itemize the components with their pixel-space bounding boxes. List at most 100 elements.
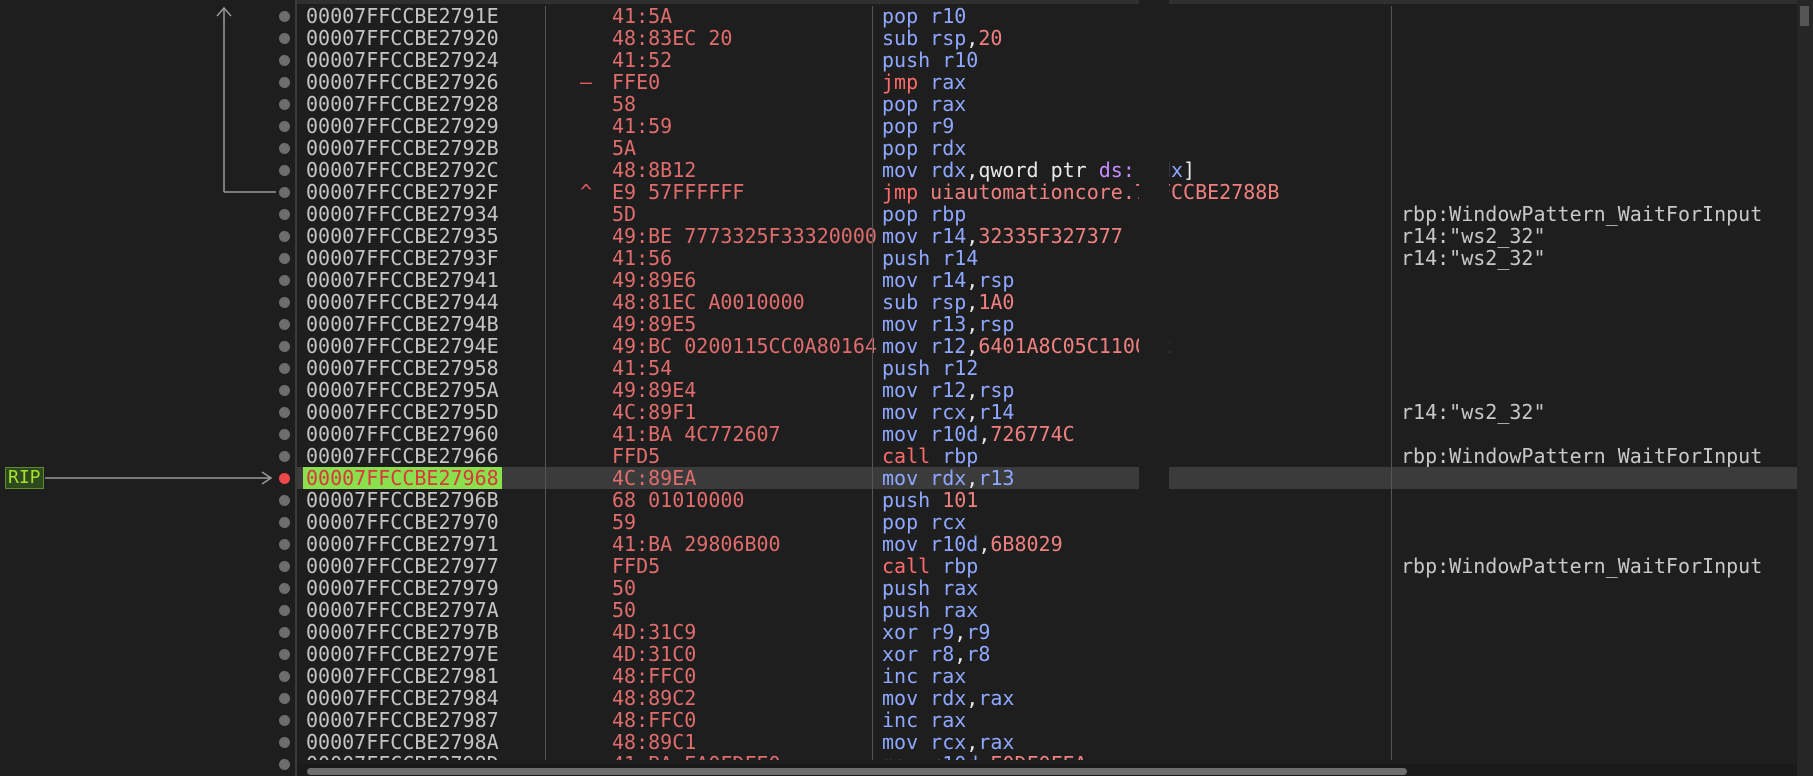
breakpoint-toggle[interactable] (279, 561, 290, 572)
column-separator-address (545, 6, 546, 760)
instruction-text: mov r10d,726774C (882, 423, 1075, 445)
instruction-operand: rax (930, 708, 967, 732)
instruction-row[interactable]: 00007FFCCBE27971 41:BA 29806B00 mov r10d,6… (297, 533, 1797, 555)
instruction-mnemonic: sub (882, 290, 919, 314)
instruction-mnemonic: call (882, 554, 931, 578)
instruction-row[interactable]: 00007FFCCBE27960 41:BA 4C772607 mov r10d,7… (297, 423, 1797, 445)
breakpoint-toggle[interactable] (279, 99, 290, 110)
instruction-row[interactable]: 00007FFCCBE2794E 49:BC 0200115CC0A80164 mo… (297, 335, 1797, 357)
instruction-operand: r13 (930, 312, 967, 336)
instruction-row[interactable]: 00007FFCCBE2793F 41:56 push r14 r14:"ws2_32… (297, 247, 1797, 269)
instruction-row[interactable]: 00007FFCCBE2794B 49:89E5 mov r13,rsp (297, 313, 1797, 335)
instruction-operand: 20 (978, 26, 1003, 50)
breakpoint-toggle[interactable] (279, 297, 290, 308)
instruction-row[interactable]: 00007FFCCBE27981 48:FFC0 inc rax (297, 665, 1797, 687)
breakpoint-toggle[interactable] (279, 649, 290, 660)
instruction-row[interactable]: 00007FFCCBE27977 FFD5 call rbp rbp:WindowPa… (297, 555, 1797, 577)
instruction-row[interactable]: 00007FFCCBE27920 48:83EC 20 sub rsp,20 (297, 27, 1797, 49)
instruction-row[interactable]: 00007FFCCBE27987 48:FFC0 inc rax (297, 709, 1797, 731)
horizontal-scrollbar[interactable] (297, 764, 1797, 776)
instruction-row[interactable]: 00007FFCCBE2792F ^ E9 57FFFFFF jmp uiautoma… (297, 181, 1797, 203)
instruction-operand: r8 (930, 642, 955, 666)
breakpoint-toggle[interactable] (279, 671, 290, 682)
instruction-bytes: 49:89E4 (612, 378, 697, 402)
instruction-row[interactable]: 00007FFCCBE27966 FFD5 call rbp rbp:WindowPa… (297, 445, 1797, 467)
instruction-comment: rbp:WindowPattern_WaitForInput (1401, 444, 1763, 468)
instruction-row[interactable]: 00007FFCCBE27928 58 pop rax (297, 93, 1797, 115)
instruction-row[interactable]: 00007FFCCBE27979 50 push rax (297, 577, 1797, 599)
breakpoint-toggle[interactable] (279, 473, 290, 484)
instruction-row[interactable]: 00007FFCCBE2792C 48:8B12 mov rdx,qword ptr… (297, 159, 1797, 181)
instruction-address: 00007FFCCBE27928 (306, 92, 499, 116)
breakpoint-toggle[interactable] (279, 737, 290, 748)
breakpoint-toggle[interactable] (279, 121, 290, 132)
instruction-row[interactable]: 00007FFCCBE27944 48:81EC A0010000 sub rsp,… (297, 291, 1797, 313)
breakpoint-toggle[interactable] (279, 451, 290, 462)
instruction-mnemonic: push (882, 356, 931, 380)
disassembly-listing[interactable]: 00007FFCCBE2791E 41:5A pop r10 00007FFCCBE2… (297, 0, 1797, 760)
breakpoint-toggle[interactable] (279, 11, 290, 22)
breakpoint-toggle[interactable] (279, 539, 290, 550)
breakpoint-toggle[interactable] (279, 275, 290, 286)
breakpoint-toggle[interactable] (279, 209, 290, 220)
instruction-row[interactable]: 00007FFCCBE27984 48:89C2 mov rdx,rax (297, 687, 1797, 709)
breakpoint-toggle[interactable] (279, 693, 290, 704)
instruction-address: 00007FFCCBE27987 (306, 708, 499, 732)
breakpoint-toggle[interactable] (279, 77, 290, 88)
instruction-row[interactable]: 00007FFCCBE2798A 48:89C1 mov rcx,rax (297, 731, 1797, 753)
instruction-text: push r10 (882, 49, 978, 71)
instruction-bytes: 59 (612, 510, 637, 534)
instruction-operand: , (966, 312, 979, 336)
instruction-row[interactable]: 00007FFCCBE2791E 41:5A pop r10 (297, 5, 1797, 27)
instruction-row[interactable]: 00007FFCCBE2797B 4D:31C9 xor r9,r9 (297, 621, 1797, 643)
breakpoint-toggle[interactable] (279, 341, 290, 352)
instruction-row[interactable]: 00007FFCCBE27970 59 pop rcx (297, 511, 1797, 533)
instruction-row[interactable]: 00007FFCCBE2798D 41:BA EA0FDFE0 mov r10d,E… (297, 753, 1797, 760)
instruction-text: call rbp (882, 555, 978, 577)
breakpoint-toggle[interactable] (279, 231, 290, 242)
instruction-text: mov r10d,6B8029 (882, 533, 1063, 555)
breakpoint-toggle[interactable] (279, 495, 290, 506)
breakpoint-toggle[interactable] (279, 385, 290, 396)
instruction-operand: , (966, 334, 979, 358)
instruction-row[interactable]: 00007FFCCBE2797E 4D:31C0 xor r8,r8 (297, 643, 1797, 665)
instruction-bytes: 5D (612, 202, 637, 226)
breakpoint-toggle[interactable] (279, 165, 290, 176)
instruction-row[interactable]: 00007FFCCBE27935 49:BE 7773325F33320000 mo… (297, 225, 1797, 247)
breakpoint-toggle[interactable] (279, 715, 290, 726)
instruction-row[interactable]: 00007FFCCBE2795D 4C:89F1 mov rcx,r14 r14:"w… (297, 401, 1797, 423)
breakpoint-toggle[interactable] (279, 759, 290, 770)
instruction-row[interactable]: 00007FFCCBE2792B 5A pop rdx (297, 137, 1797, 159)
vertical-scrollbar-thumb[interactable] (1800, 6, 1809, 26)
breakpoint-toggle[interactable] (279, 517, 290, 528)
breakpoint-toggle[interactable] (279, 143, 290, 154)
breakpoint-toggle[interactable] (279, 33, 290, 44)
instruction-row[interactable]: 00007FFCCBE27958 41:54 push r12 (297, 357, 1797, 379)
breakpoint-toggle[interactable] (279, 253, 290, 264)
instruction-operand: r14 (978, 400, 1015, 424)
horizontal-scrollbar-thumb[interactable] (307, 768, 1407, 775)
instruction-row[interactable]: 00007FFCCBE27926 – FFE0 jmp rax (297, 71, 1797, 93)
instruction-operand: 6B8029 (990, 532, 1063, 556)
breakpoint-toggle[interactable] (279, 55, 290, 66)
breakpoint-toggle[interactable] (279, 407, 290, 418)
breakpoint-toggle[interactable] (279, 187, 290, 198)
instruction-row[interactable]: 00007FFCCBE27934 5D pop rbp rbp:WindowPatte… (297, 203, 1797, 225)
breakpoint-toggle[interactable] (279, 319, 290, 330)
instruction-address: 00007FFCCBE2792C (306, 158, 499, 182)
breakpoint-toggle[interactable] (279, 627, 290, 638)
instruction-row[interactable]: 00007FFCCBE2796B 68 01010000 push 101 (297, 489, 1797, 511)
instruction-row[interactable]: 00007FFCCBE2797A 50 push rax (297, 599, 1797, 621)
instruction-row[interactable]: 00007FFCCBE27929 41:59 pop r9 (297, 115, 1797, 137)
instruction-text: sub rsp,1A0 (882, 291, 1014, 313)
instruction-operand: rax (978, 686, 1015, 710)
breakpoint-toggle[interactable] (279, 583, 290, 594)
instruction-row[interactable]: 00007FFCCBE27941 49:89E6 mov r14,rsp (297, 269, 1797, 291)
instruction-row[interactable]: 00007FFCCBE27924 41:52 push r10 (297, 49, 1797, 71)
breakpoint-toggle[interactable] (279, 363, 290, 374)
instruction-row[interactable]: 00007FFCCBE2795A 49:89E4 mov r12,rsp (297, 379, 1797, 401)
breakpoint-toggle[interactable] (279, 429, 290, 440)
breakpoint-toggle[interactable] (279, 605, 290, 616)
vertical-scrollbar[interactable] (1797, 0, 1813, 776)
current-instruction-row[interactable]: 00007FFCCBE27968 4C:89EA mov rdx,r13 (297, 467, 1797, 489)
